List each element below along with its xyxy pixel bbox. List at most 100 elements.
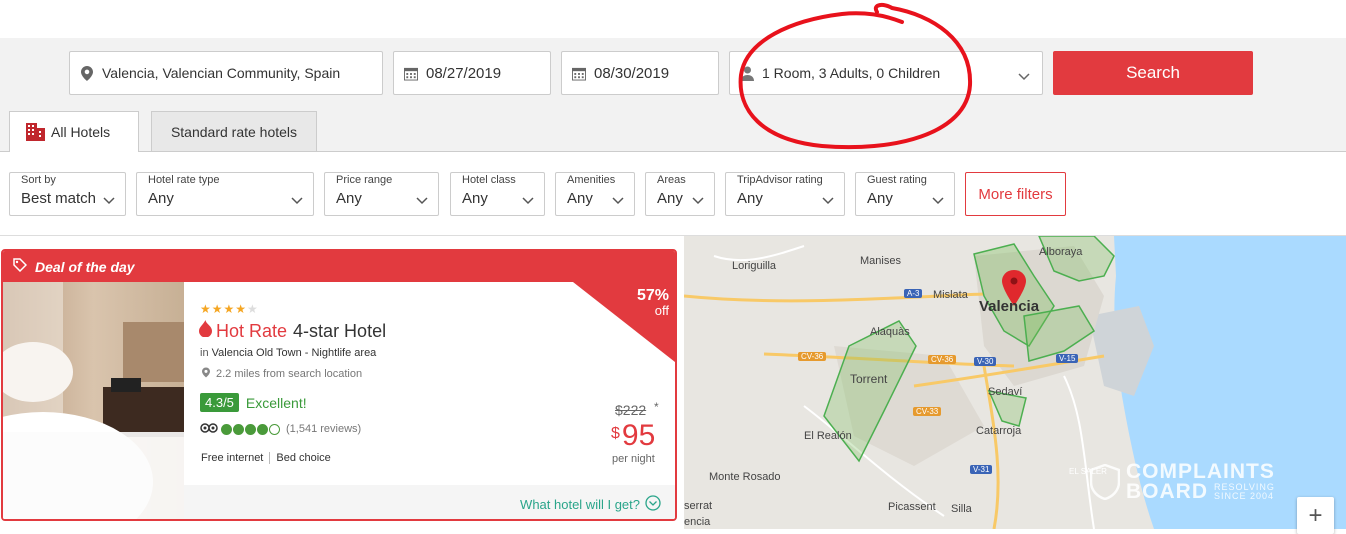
rating-dot — [257, 423, 268, 435]
filter-label: Areas — [657, 174, 686, 186]
score-badge: 4.3/5 — [200, 393, 239, 412]
amenities-list: Free internet Bed choice — [201, 452, 331, 464]
shield-icon — [1090, 464, 1120, 500]
score-label: Excellent! — [245, 394, 307, 411]
road-tag: CV-33 — [913, 407, 942, 416]
hotel-building-icon — [26, 121, 45, 144]
map-city-label: Valencia — [979, 298, 1040, 315]
rating-dot — [269, 423, 280, 435]
what-hotel-link[interactable]: What hotel will I get? — [520, 495, 661, 514]
map-label: Sedaví — [988, 386, 1023, 398]
road-tag: V-30 — [974, 357, 997, 366]
price-amount: 95 — [621, 419, 656, 452]
divider — [269, 452, 271, 464]
rating-dot — [233, 423, 244, 435]
star-rating: ★★★★★ — [200, 302, 259, 316]
road-tag: CV-36 — [928, 355, 957, 364]
what-hotel-label: What hotel will I get? — [520, 497, 640, 512]
map-zoom-in-button[interactable]: + — [1297, 497, 1334, 534]
watermark-line4: SINCE 2004 — [1214, 491, 1275, 501]
filter-value: Any — [567, 190, 593, 207]
tripadvisor-owl-icon — [200, 422, 218, 436]
filter-label: TripAdvisor rating — [737, 174, 823, 186]
filter-areas[interactable]: Areas Any — [645, 172, 715, 216]
per-night-label: per night — [612, 453, 655, 465]
tab-standard-rate-hotels[interactable]: Standard rate hotels — [151, 111, 317, 151]
filter-hotel-rate-type[interactable]: Hotel rate type Any — [136, 172, 314, 216]
chevron-down-icon — [291, 192, 303, 210]
checkout-field[interactable]: 08/30/2019 — [561, 51, 719, 95]
road-tag: V-31 — [970, 465, 993, 474]
guest-score: 4.3/5 Excellent! — [200, 393, 307, 412]
location-field[interactable]: Valencia, Valencian Community, Spain — [69, 51, 383, 95]
map-label: El Realón — [804, 430, 852, 442]
chevron-down-icon — [416, 192, 428, 210]
chevron-down-icon — [612, 192, 624, 210]
map-label: Torrent — [850, 372, 888, 386]
calendar-icon — [404, 66, 418, 80]
map-label: Monte Rosado — [709, 471, 781, 483]
watermark-logo: COMPLAINTS BOARD RESOLVING SINCE 2004 — [1090, 461, 1275, 503]
filter-value: Any — [148, 190, 174, 207]
filter-value: Any — [462, 190, 488, 207]
discount-off: off — [654, 303, 669, 318]
map-pin-icon — [80, 65, 94, 81]
filter-value: Best match — [21, 190, 97, 207]
map-label: Manises — [860, 255, 901, 267]
filter-value: Any — [737, 190, 763, 207]
map-label: Loriguilla — [732, 260, 777, 272]
checkin-value: 08/27/2019 — [426, 64, 502, 82]
reviews-count: (1,541 reviews) — [286, 423, 362, 435]
filter-value: Any — [336, 190, 362, 207]
checkin-field[interactable]: 08/27/2019 — [393, 51, 551, 95]
deal-card[interactable]: Deal of the day 57% off ★★★★★ Hot Rate 4… — [1, 249, 677, 521]
filter-label: Hotel rate type — [148, 174, 220, 186]
discount-percent: 57% — [636, 287, 669, 304]
rating-dot — [245, 423, 256, 435]
chevron-circle-icon — [645, 495, 661, 514]
filter-price-range[interactable]: Price range Any — [324, 172, 439, 216]
hotel-title[interactable]: Hot Rate 4-star Hotel — [199, 320, 386, 342]
currency-symbol: $ — [611, 425, 620, 442]
deal-header-label: Deal of the day — [35, 258, 135, 275]
chevron-down-icon — [522, 192, 534, 210]
tripadvisor-rating[interactable]: (1,541 reviews) — [200, 422, 361, 436]
road-tag: A-3 — [904, 289, 923, 298]
filter-guest-rating[interactable]: Guest rating Any — [855, 172, 955, 216]
deal-header: Deal of the day — [3, 251, 675, 282]
flame-icon — [199, 320, 212, 342]
map-pin-icon — [202, 367, 210, 381]
map-label: Alboraya — [1039, 246, 1083, 258]
price-footnote-mark: * — [654, 400, 659, 414]
map-label: serrat — [684, 500, 713, 512]
more-filters-button[interactable]: More filters — [965, 172, 1066, 216]
original-price: $222 — [615, 402, 647, 418]
amenity-item: Bed choice — [276, 452, 331, 464]
watermark-line2: BOARD — [1126, 480, 1208, 503]
filter-label: Amenities — [567, 174, 616, 186]
search-button[interactable]: Search — [1053, 51, 1253, 95]
filter-label: Guest rating — [867, 174, 927, 186]
tab-all-hotels[interactable]: All Hotels — [9, 111, 139, 152]
hotel-photo[interactable] — [3, 282, 184, 519]
filter-tripadvisor-rating[interactable]: TripAdvisor rating Any — [725, 172, 845, 216]
hotel-location: in Valencia Old Town - Nightlife area — [200, 347, 376, 359]
filter-sort-by[interactable]: Sort by Best match — [9, 172, 126, 216]
map-label: Catarroja — [976, 425, 1022, 437]
road-tag: V-15 — [1056, 354, 1079, 363]
chevron-down-icon — [1018, 68, 1030, 85]
filter-label: Hotel class — [462, 174, 516, 186]
map-label: encia — [684, 516, 711, 528]
location-name: Valencia Old Town - Nightlife area — [211, 347, 377, 359]
map-label: Silla — [951, 503, 972, 515]
location-value: Valencia, Valencian Community, Spain — [102, 65, 341, 81]
tab-label: All Hotels — [51, 124, 111, 140]
chevron-down-icon — [932, 192, 944, 210]
filter-amenities[interactable]: Amenities Any — [555, 172, 635, 216]
tab-label: Standard rate hotels — [170, 123, 298, 140]
hot-rate-label: Hot Rate — [216, 320, 288, 341]
filter-hotel-class[interactable]: Hotel class Any — [450, 172, 545, 216]
filter-value: Any — [657, 190, 683, 207]
hotel-distance: 2.2 miles from search location — [202, 367, 362, 381]
filter-value: Any — [867, 190, 893, 207]
